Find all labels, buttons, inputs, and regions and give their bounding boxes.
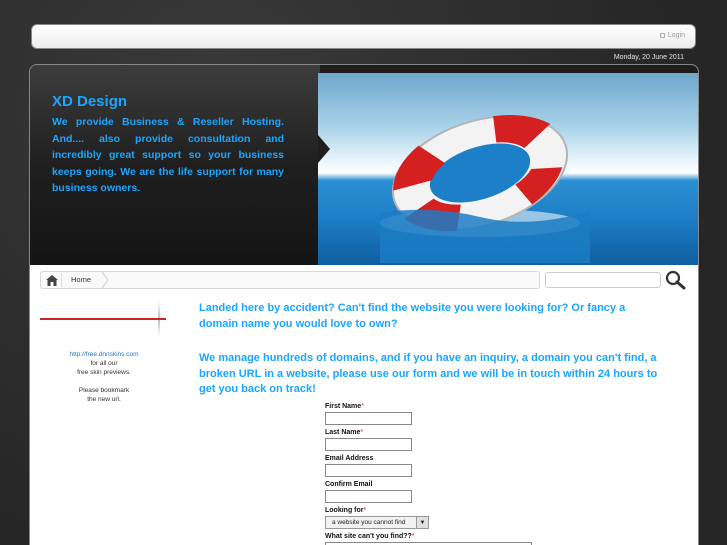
breadcrumb-separator-icon <box>101 272 109 288</box>
sidebar-line4: the new url. <box>87 396 121 403</box>
breadcrumb: Home <box>40 271 540 289</box>
login-label: Login <box>667 32 685 39</box>
lifebuoy-image <box>370 93 610 268</box>
sidebar-notice: http://free.dnnskins.com for all our fre… <box>50 350 158 404</box>
last-name-field[interactable] <box>325 438 412 451</box>
confirm-email-label: Confirm Email <box>325 481 373 488</box>
login-link[interactable]: Login <box>659 32 685 39</box>
lock-icon <box>659 33 665 38</box>
confirm-email-field[interactable] <box>325 490 412 503</box>
inquiry-form: First Name* Last Name* Email Address Con… <box>325 402 535 545</box>
top-bar: Login <box>31 24 696 49</box>
hero-description: We provide Business & Reseller Hosting. … <box>52 116 284 194</box>
what-site-label: What site can't you find??* <box>325 533 415 540</box>
last-name-label: Last Name* <box>325 429 364 436</box>
current-date: Monday, 20 June 2011 <box>613 54 684 61</box>
first-name-field[interactable] <box>325 412 412 425</box>
sidebar-line3: Please bookmark <box>78 387 130 394</box>
chevron-down-icon[interactable]: ▼ <box>416 517 428 528</box>
search-icon[interactable] <box>664 270 686 290</box>
email-field[interactable] <box>325 464 412 477</box>
email-label: Email Address <box>325 455 374 462</box>
breadcrumb-home-link[interactable]: Home <box>71 275 91 284</box>
sidebar-divider-red <box>40 318 166 320</box>
hero-divider-arrow <box>318 135 330 163</box>
first-name-label: First Name* <box>325 403 364 410</box>
hero-text-block: XD Design We provide Business & Reseller… <box>30 65 320 265</box>
content-paragraph-2: We manage hundreds of domains, and if yo… <box>199 352 658 395</box>
sidebar-link[interactable]: http://free.dnnskins.com <box>50 350 158 359</box>
hero-title: XD Design <box>52 93 128 110</box>
hero-banner: XD Design We provide Business & Reseller… <box>30 65 698 268</box>
sidebar-line2: free skin previews. <box>77 369 131 376</box>
sidebar-line1: for all our <box>90 360 118 367</box>
looking-for-value: a website you cannot find <box>332 519 406 526</box>
content-paragraph-1: Landed here by accident? Can't find the … <box>199 302 626 330</box>
search-input[interactable] <box>545 272 661 288</box>
looking-for-label: Looking for* <box>325 507 367 514</box>
looking-for-select[interactable]: a website you cannot find ▼ <box>325 516 429 529</box>
home-icon[interactable] <box>42 273 62 287</box>
main-panel: XD Design We provide Business & Reseller… <box>29 64 699 545</box>
